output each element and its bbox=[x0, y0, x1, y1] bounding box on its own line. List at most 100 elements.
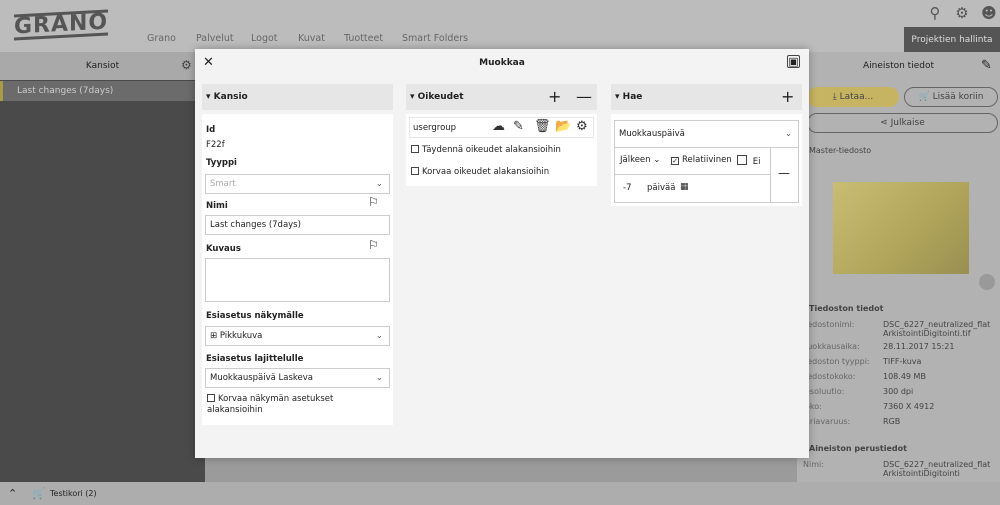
not-option[interactable]: Ei bbox=[737, 155, 760, 167]
description-textarea[interactable] bbox=[205, 258, 390, 302]
add-to-cart-button[interactable]: 🛒 Lisää koriin bbox=[904, 87, 998, 107]
basic-info-title[interactable]: Aineiston perustiedot bbox=[809, 444, 907, 453]
kansio-title: Kansio bbox=[213, 92, 248, 102]
replace-rights-option[interactable]: Korvaa oikeudet alakansioihin bbox=[411, 167, 549, 177]
operator-value: Jälkeen bbox=[620, 155, 651, 165]
file-info-title[interactable]: Tiedoston tiedot bbox=[809, 304, 883, 313]
view-label: Esiasetus näkymälle bbox=[206, 311, 304, 321]
info-value: 7360 X 4912 bbox=[883, 402, 935, 411]
chevron-down-icon: ⌄ bbox=[375, 179, 383, 189]
checkbox[interactable] bbox=[737, 155, 747, 165]
zoom-icon[interactable] bbox=[979, 274, 995, 290]
value-input[interactable]: -7 bbox=[623, 183, 631, 193]
checkbox[interactable] bbox=[411, 145, 419, 153]
user-icon[interactable]: ☻ bbox=[980, 4, 998, 22]
supplement-rights-option[interactable]: Täydennä oikeudet alakansioihin bbox=[411, 145, 561, 155]
name-input[interactable]: Last changes (7days) bbox=[205, 215, 390, 235]
download-button[interactable]: ⤓ Lataa... bbox=[807, 87, 899, 107]
grid-icon: ⊞ bbox=[210, 331, 218, 341]
asset-thumbnail[interactable] bbox=[833, 182, 969, 274]
grano-logo[interactable]: GRANO bbox=[14, 9, 109, 41]
info-key: iedostonimi: bbox=[805, 320, 855, 329]
plus-icon[interactable]: + bbox=[781, 87, 794, 106]
download-label: Lataa... bbox=[839, 92, 874, 102]
checkbox[interactable] bbox=[411, 167, 419, 175]
plus-icon[interactable]: + bbox=[548, 87, 561, 106]
calendar-icon[interactable]: ▦ bbox=[680, 182, 689, 192]
flag-icon[interactable]: ⚐ bbox=[368, 195, 379, 209]
chevron-down-icon: ⌄ bbox=[784, 129, 792, 139]
checkbox-checked[interactable]: ✓ bbox=[671, 157, 679, 165]
info-value: 28.11.2017 15:21 bbox=[883, 342, 955, 351]
info-value: DSC_6227_neutralized_flat ArkistointiDig… bbox=[883, 460, 991, 478]
trash-icon[interactable]: 🗑 bbox=[534, 119, 551, 134]
info-value: TIFF-kuva bbox=[883, 357, 922, 366]
kansio-header[interactable]: ▾ Kansio bbox=[202, 84, 393, 110]
chevron-down-icon: ⌄ bbox=[375, 331, 383, 341]
chevron-up-icon[interactable]: ⌃ bbox=[8, 482, 17, 505]
oikeudet-header[interactable]: ▾ Oikeudet bbox=[406, 84, 597, 110]
override-view-option[interactable]: Korvaa näkymän asetukset alakansioihin bbox=[207, 394, 377, 416]
info-key: esoluutio: bbox=[805, 387, 845, 396]
hae-header[interactable]: ▾ Hae bbox=[611, 84, 802, 110]
master-section-toggle[interactable]: Master-tiedosto bbox=[809, 146, 871, 155]
projects-button[interactable]: Projektien hallinta bbox=[904, 27, 1000, 53]
publish-button[interactable]: ⋖ Julkaise bbox=[807, 113, 998, 133]
gear-icon[interactable]: ⚙ bbox=[953, 4, 971, 22]
unit-label: päivää bbox=[647, 183, 676, 193]
basket-icon[interactable]: 🛒 bbox=[32, 482, 46, 505]
field-value: Muokkauspäivä bbox=[619, 129, 685, 139]
type-label: Tyyppi bbox=[206, 158, 237, 168]
checkbox[interactable] bbox=[207, 394, 215, 402]
info-key: luokkausaika: bbox=[805, 342, 860, 351]
group-name: usergroup bbox=[413, 123, 457, 133]
remove-condition-icon[interactable]: — bbox=[778, 166, 790, 180]
gear-icon[interactable]: ⚙ bbox=[181, 58, 192, 72]
search-field-select[interactable]: Muokkauspäivä ⌄ bbox=[614, 120, 799, 148]
upload-cloud-icon[interactable]: ☁ bbox=[492, 119, 505, 134]
sort-select[interactable]: Muokkauspäivä Laskeva ⌄ bbox=[205, 368, 390, 388]
nav-tuotteet[interactable]: Tuotteet bbox=[344, 33, 383, 44]
info-key: oko: bbox=[805, 402, 822, 411]
cart-label[interactable]: Testikori (2) bbox=[50, 482, 97, 505]
bottom-bar: ⌃ 🛒 Testikori (2) bbox=[0, 482, 1000, 505]
relative-option[interactable]: ✓ Relatiivinen bbox=[671, 155, 732, 165]
sidebar-item-last-changes[interactable]: Last changes (7days) bbox=[0, 81, 205, 101]
operator-select[interactable]: Jälkeen ⌄ bbox=[620, 155, 660, 165]
right-panel-title: Aineiston tiedot bbox=[862, 61, 934, 71]
option-label: Täydennä oikeudet alakansioihin bbox=[422, 145, 561, 155]
view-select[interactable]: ⊞ Pikkukuva ⌄ bbox=[205, 326, 390, 346]
type-select[interactable]: Smart ⌄ bbox=[205, 174, 390, 194]
gear-icon[interactable]: ⚙ bbox=[576, 119, 588, 134]
flag-icon[interactable]: ⚐ bbox=[368, 238, 379, 252]
info-key: Nimi: bbox=[803, 460, 824, 469]
edit-icon[interactable]: ✎ bbox=[513, 119, 524, 134]
save-icon[interactable]: ▣ bbox=[787, 55, 800, 68]
info-value: RGB bbox=[883, 417, 901, 426]
nav-palvelut[interactable]: Palvelut bbox=[196, 33, 234, 44]
edit-modal: ✕ Muokkaa ▣ ▾ Kansio Id F22f Tyyppi Smar… bbox=[195, 49, 809, 458]
id-label: Id bbox=[206, 125, 216, 135]
nav-logot[interactable]: Logot bbox=[251, 33, 278, 44]
relative-label: Relatiivinen bbox=[682, 155, 732, 165]
folder-open-icon[interactable]: 📂 bbox=[555, 119, 571, 134]
sidebar-title: Kansiot bbox=[0, 52, 205, 80]
sidebar bbox=[0, 80, 205, 482]
name-label: Nimi bbox=[206, 201, 228, 211]
info-value: 300 dpi bbox=[883, 387, 914, 396]
search-icon[interactable]: ⚲ bbox=[926, 4, 944, 22]
nav-smart-folders[interactable]: Smart Folders bbox=[402, 33, 468, 44]
minus-icon[interactable]: — bbox=[576, 87, 592, 106]
type-value: Smart bbox=[210, 179, 236, 189]
nav-kuvat[interactable]: Kuvat bbox=[298, 33, 325, 44]
top-header bbox=[0, 0, 1000, 52]
id-value: F22f bbox=[206, 140, 225, 150]
right-panel: Aineiston tiedot ✎ ⤓ Lataa... 🛒 Lisää ko… bbox=[797, 52, 1000, 482]
info-key: äriavaruus: bbox=[805, 417, 851, 426]
edit-icon[interactable]: ✎ bbox=[981, 58, 992, 73]
permission-row: usergroup ☁ ✎ 🗑 📂 ⚙ bbox=[409, 117, 594, 138]
add-to-cart-label: Lisää koriin bbox=[932, 92, 984, 102]
modal-title: Muokkaa bbox=[479, 58, 525, 68]
desc-label: Kuvaus bbox=[206, 244, 241, 254]
nav-grano[interactable]: Grano bbox=[147, 33, 176, 44]
